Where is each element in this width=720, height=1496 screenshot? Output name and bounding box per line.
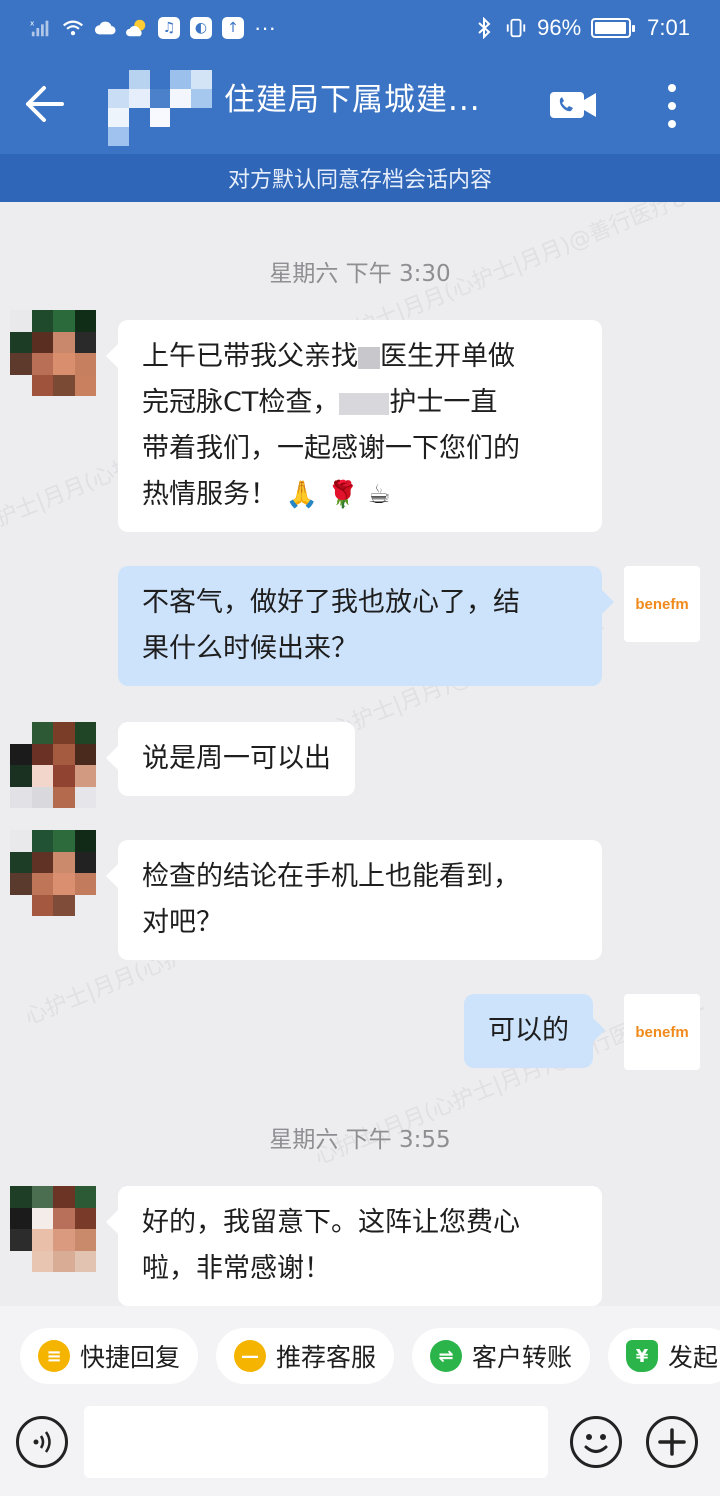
clock: 7:01 — [647, 15, 690, 40]
message-bubble-incoming[interactable]: 好的，我留意下。这阵让您费心 啦，非常感谢！ — [106, 1186, 602, 1306]
quick-reply-button[interactable]: ≡ 快捷回复 — [20, 1328, 199, 1384]
cloud-icon — [94, 17, 116, 39]
message-list[interactable]: 心护士|月月(心护士|月月)@善行医疗8091 心护士|月月(心护士|月月)@善… — [0, 202, 720, 1306]
contact-avatar[interactable] — [10, 830, 96, 916]
transfer-button[interactable]: ⇌ 客户转账 — [412, 1328, 591, 1384]
message-text: 医生开单做 — [380, 341, 515, 372]
message-text: 对吧？ — [142, 907, 223, 938]
vibrate-icon — [505, 17, 527, 39]
message-text: 护士一直 — [389, 387, 498, 418]
agent-avatar[interactable]: benefm — [624, 566, 700, 642]
video-call-icon — [550, 92, 596, 118]
back-arrow-icon — [26, 86, 64, 122]
message-text: 上午已带我父亲找 — [142, 341, 358, 372]
weather-icon — [126, 17, 148, 39]
redaction-block — [339, 392, 390, 415]
browser-app-icon: ◐ — [190, 17, 212, 39]
timestamp: 星期六 下午 3:55 — [269, 1127, 451, 1153]
recommend-service-button[interactable]: — 推荐客服 — [216, 1328, 395, 1384]
plus-icon — [658, 1428, 686, 1456]
message-bubble-outgoing[interactable]: 可以的 — [464, 994, 605, 1068]
message-bubble-incoming[interactable]: 说是周一可以出 — [106, 722, 355, 796]
message-text: 啦，非常感谢！ — [142, 1253, 331, 1284]
agent-avatar[interactable]: benefm — [624, 994, 700, 1070]
emoji-button[interactable] — [570, 1416, 622, 1468]
shield-icon: ¥ — [626, 1340, 658, 1372]
signal-icon: x — [30, 17, 52, 39]
wifi-icon — [62, 17, 84, 39]
message-text: 说是周一可以出 — [142, 743, 331, 774]
music-app-icon: ♫ — [158, 17, 180, 39]
contact-avatar[interactable] — [10, 1186, 96, 1272]
more-dots-icon: ··· — [254, 15, 276, 40]
message-text: 带着我们，一起感谢一下您们的 — [142, 433, 520, 464]
voice-input-button[interactable] — [16, 1416, 68, 1468]
message-text: 果什么时候出来？ — [142, 633, 358, 664]
message-bubble-outgoing[interactable]: 不客气，做好了我也放心了，结 果什么时候出来？ — [118, 566, 614, 686]
quick-reply-icon: ≡ — [38, 1340, 70, 1372]
status-bar: x ♫ ◐ ↑ ··· 96% 7:01 — [0, 0, 720, 56]
message-bubble-incoming[interactable]: 上午已带我父亲找 医生开单做 完冠脉CT检查， 护士一直 带着我们，一起感谢一下您们… — [106, 320, 602, 532]
archive-notice: 对方默认同意存档会话内容 — [0, 154, 720, 202]
chat-title[interactable]: 住建局下属城建... — [224, 74, 481, 119]
chip-label: 客户转账 — [472, 1343, 573, 1372]
rose-emoji-icon: 🌹 — [326, 480, 359, 510]
dot-icon — [668, 84, 676, 92]
initiate-button[interactable]: ¥ 发起 — [608, 1328, 720, 1384]
chip-label: 快捷回复 — [80, 1343, 181, 1372]
message-text: 好的，我留意下。这阵让您费心 — [142, 1207, 520, 1238]
svg-text:x: x — [30, 18, 35, 27]
message-text: 可以的 — [488, 1015, 569, 1046]
more-options-button[interactable] — [660, 84, 684, 128]
status-right: 96% 7:01 — [473, 15, 690, 41]
message-text: 不客气，做好了我也放心了，结 — [142, 587, 520, 618]
video-call-button[interactable] — [550, 90, 598, 120]
back-button[interactable] — [22, 82, 66, 126]
pray-emoji-icon: 🙏 — [285, 480, 318, 510]
contact-avatar[interactable] — [10, 310, 96, 396]
chip-label: 发起 — [668, 1343, 719, 1372]
chat-header: 住建局下属城建... — [0, 56, 720, 154]
timestamp: 星期六 下午 3:30 — [269, 261, 451, 287]
more-actions-button[interactable] — [646, 1416, 698, 1468]
contact-avatar[interactable] — [10, 722, 96, 808]
message-text: 检查的结论在手机上也能看到， — [142, 861, 520, 892]
status-left: x ♫ ◐ ↑ ··· — [30, 15, 276, 41]
dot-icon — [668, 120, 676, 128]
coffee-emoji-icon: ☕ — [367, 480, 391, 510]
group-avatar[interactable] — [108, 70, 212, 146]
quick-action-bar: ≡ 快捷回复 — 推荐客服 ⇌ 客户转账 ¥ 发起 — [0, 1306, 720, 1404]
message-text: 热情服务！ — [142, 479, 277, 510]
redaction-block — [358, 346, 380, 369]
upload-icon: ↑ — [222, 17, 244, 39]
message-bubble-incoming[interactable]: 检查的结论在手机上也能看到， 对吧？ — [106, 840, 602, 960]
input-bar — [0, 1404, 720, 1496]
dot-icon — [668, 102, 676, 110]
message-input[interactable] — [84, 1406, 548, 1478]
chip-label: 推荐客服 — [276, 1343, 377, 1372]
voice-icon — [33, 1431, 51, 1453]
bluetooth-icon — [473, 17, 495, 39]
recommend-service-icon: — — [234, 1340, 266, 1372]
battery-icon — [591, 18, 636, 38]
message-text: 完冠脉CT检查， — [142, 387, 340, 418]
smiley-icon — [584, 1434, 608, 1453]
battery-percent: 96% — [537, 15, 582, 40]
transfer-icon: ⇌ — [430, 1340, 462, 1372]
